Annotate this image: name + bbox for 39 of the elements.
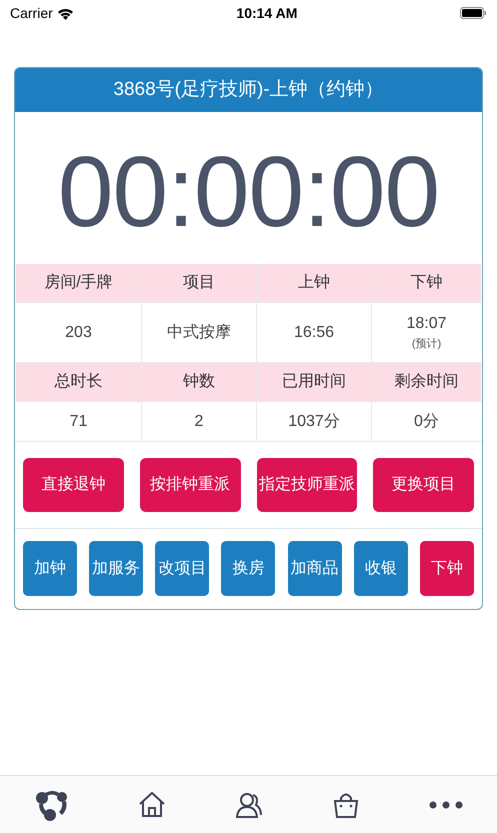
- table-header-cell: 下钟: [372, 264, 481, 302]
- table-cell-text: 2: [194, 412, 204, 432]
- table-header-cell: 剩余时间: [372, 363, 481, 401]
- table-header-cell: 上钟: [257, 264, 371, 302]
- battery-icon: [460, 7, 487, 19]
- table-cell-text: 中式按摩: [167, 322, 231, 342]
- action-button[interactable]: 直接退钟: [23, 458, 124, 512]
- card-title: 3868号(足疗技师)-上钟（约钟）: [15, 68, 482, 112]
- table-header-cell: 项目: [142, 264, 256, 302]
- quick-action-button[interactable]: 加服务: [89, 541, 144, 596]
- wifi-icon: [56, 6, 74, 20]
- clock-time: 10:14 AM: [236, 4, 298, 22]
- user-icon[interactable]: [234, 790, 262, 818]
- network-icon[interactable]: [34, 788, 68, 820]
- quick-action-button[interactable]: 换房: [221, 541, 276, 596]
- table-cell-text: 1037分: [288, 412, 340, 432]
- table-cell-note: (预计): [412, 337, 442, 352]
- table-cell-text: 16:56: [294, 322, 334, 342]
- timer-display: 00:00:00: [58, 136, 440, 248]
- table-cell-text: 71: [70, 412, 88, 432]
- table-cell-text: 0分: [414, 412, 439, 432]
- table-cell-text: 203: [65, 322, 92, 342]
- home-icon[interactable]: [138, 791, 166, 818]
- table-header-cell: 已用时间: [257, 363, 371, 401]
- more-icon[interactable]: [428, 800, 462, 808]
- table-header-cell: 总时长: [16, 363, 141, 401]
- shopping-bag-icon[interactable]: [332, 790, 360, 818]
- action-button[interactable]: 按排钟重派: [140, 458, 240, 512]
- quick-action-button[interactable]: 加商品: [288, 541, 342, 596]
- quick-action-button[interactable]: 收银: [354, 541, 408, 596]
- quick-action-button[interactable]: 下钟: [420, 541, 474, 596]
- action-button[interactable]: 更换项目: [373, 458, 474, 512]
- table-header-cell: 钟数: [142, 363, 256, 401]
- table-header-cell: 房间/手牌: [16, 264, 141, 302]
- quick-action-button[interactable]: 加钟: [23, 541, 77, 596]
- table-cell-text: 18:07: [406, 314, 447, 334]
- action-button[interactable]: 指定技师重派: [256, 458, 358, 512]
- carrier-label: Carrier: [10, 4, 53, 22]
- quick-action-button[interactable]: 改项目: [155, 541, 210, 596]
